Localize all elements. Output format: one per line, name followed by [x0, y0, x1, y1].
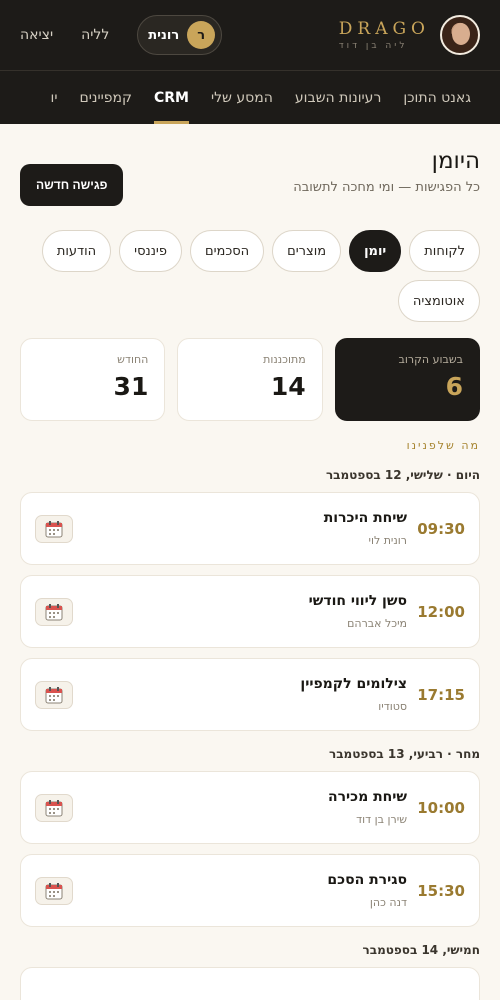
- tab-my-journey[interactable]: המסע שלי: [200, 71, 284, 124]
- user-chip[interactable]: ר רונית: [137, 15, 223, 55]
- event-card[interactable]: 09:30 שיחת היכרות רונית לוי: [20, 492, 480, 565]
- event-subtitle: שירן בן דוד: [356, 813, 407, 826]
- stats-row: בשבוע הקרוב 6 מתוכננות 14 החודש 31: [20, 338, 480, 421]
- stat-label: מתוכננות: [263, 353, 306, 366]
- top-actions: ר רונית לליה יציאה: [20, 15, 223, 55]
- event-subtitle: דנה כהן: [369, 896, 407, 909]
- event-info: שיחת היכרות רונית לוי: [73, 510, 407, 547]
- tab-crm[interactable]: CRM: [143, 71, 200, 124]
- calendar-icon: [45, 603, 63, 620]
- page-title: היומן: [431, 148, 480, 174]
- user-initial: ר: [187, 21, 216, 49]
- day-title: היום · שלישי, 12 בספטמבר: [325, 468, 480, 482]
- section-kicker: מה שלפנינו: [406, 439, 480, 452]
- link-to-lia[interactable]: לליה: [81, 27, 109, 43]
- user-name: רונית: [148, 27, 180, 43]
- chip-finance[interactable]: פיננסי: [119, 230, 182, 272]
- calendar-icon: [45, 799, 63, 816]
- event-card-partial[interactable]: [20, 967, 480, 1000]
- event-info: צילומים לקמפיין סטודיו: [73, 676, 407, 713]
- event-subtitle: רונית לוי: [368, 534, 407, 547]
- chip-clients[interactable]: לקוחות: [409, 230, 480, 272]
- title-block: היומן כל הפגישות — ומי מחכה לתשובה: [293, 148, 480, 195]
- add-to-calendar-button[interactable]: [35, 876, 73, 905]
- tab-campaigns[interactable]: קמפיינים: [68, 71, 142, 124]
- stat-card-month: החודש 31: [20, 338, 166, 421]
- event-info: שיחת מכירה שירן בן דוד: [73, 789, 407, 826]
- stat-label: החודש: [117, 353, 149, 366]
- event-time: 17:15: [417, 685, 465, 704]
- add-to-calendar-button[interactable]: [35, 514, 73, 543]
- calendar-icon: [45, 882, 63, 899]
- event-title: שיחת היכרות: [323, 510, 407, 526]
- event-title: סשן ליווי חודשי: [308, 593, 407, 609]
- filter-chips: לקוחות יומן מוצרים הסכמים פיננסי הודעות …: [20, 230, 480, 322]
- event-card[interactable]: 12:00 סשן ליווי חודשי מיכל אברהם: [20, 575, 480, 648]
- event-card[interactable]: 10:00 שיחת מכירה שירן בן דוד: [20, 771, 480, 844]
- main-nav: גאנט התוכן רעיונות השבוע המסע שלי CRM קמ…: [0, 70, 500, 124]
- avatar: [440, 15, 480, 55]
- stat-value: 6: [445, 372, 463, 401]
- event-info: סגירת הסכם דנה כהן: [73, 872, 407, 909]
- brand[interactable]: DRAGO ליה בן דוד: [339, 15, 480, 55]
- calendar-icon: [45, 520, 63, 537]
- main-content: היומן כל הפגישות — ומי מחכה לתשובה פגישה…: [0, 124, 500, 1000]
- page-header: היומן כל הפגישות — ומי מחכה לתשובה פגישה…: [20, 148, 480, 206]
- new-meeting-button[interactable]: פגישה חדשה: [20, 164, 124, 206]
- calendar-icon: [45, 686, 63, 703]
- brand-subtitle: ליה בן דוד: [338, 41, 408, 51]
- event-title: שיחת מכירה: [327, 789, 407, 805]
- add-to-calendar-button[interactable]: [35, 793, 73, 822]
- event-card[interactable]: 15:30 סגירת הסכם דנה כהן: [20, 854, 480, 927]
- tab-weekly-ideas[interactable]: רעיונות השבוע: [284, 71, 392, 124]
- event-info: סשן ליווי חודשי מיכל אברהם: [73, 593, 407, 630]
- day-title: חמישי, 14 בספטמבר: [362, 943, 480, 957]
- event-title: סגירת הסכם: [327, 872, 407, 888]
- chip-messages[interactable]: הודעות: [41, 230, 112, 272]
- brand-text: DRAGO ליה בן דוד: [339, 19, 430, 51]
- stat-label: בשבוע הקרוב: [398, 353, 463, 366]
- top-bar: DRAGO ליה בן דוד ר רונית לליה יציאה: [0, 0, 500, 70]
- brand-name: DRAGO: [338, 19, 430, 39]
- stat-card-week: בשבוע הקרוב 6: [334, 338, 480, 421]
- event-time: 15:30: [417, 881, 465, 900]
- add-to-calendar-button[interactable]: [35, 680, 73, 709]
- chip-automation[interactable]: אוטומציה: [397, 280, 480, 322]
- chip-products[interactable]: מוצרים: [272, 230, 342, 272]
- stat-card-planned: מתוכננות 14: [177, 338, 323, 421]
- add-to-calendar-button[interactable]: [35, 597, 73, 626]
- logout-link[interactable]: יציאה: [20, 27, 53, 43]
- chip-calendar[interactable]: יומן: [349, 230, 402, 272]
- event-time: 10:00: [417, 798, 465, 817]
- event-title: צילומים לקמפיין: [300, 676, 407, 692]
- event-time: 09:30: [417, 519, 465, 538]
- day-title: מחר · רביעי, 13 בספטמבר: [328, 747, 480, 761]
- page-subtitle: כל הפגישות — ומי מחכה לתשובה: [293, 180, 480, 195]
- tab-content-gantt[interactable]: גאנט התוכן: [392, 71, 482, 124]
- chip-agreements[interactable]: הסכמים: [189, 230, 265, 272]
- stat-value: 14: [270, 372, 306, 401]
- tab-more[interactable]: יו: [40, 71, 69, 124]
- stat-value: 31: [113, 372, 149, 401]
- event-subtitle: סטודיו: [378, 700, 407, 713]
- event-subtitle: מיכל אברהם: [347, 617, 407, 630]
- event-time: 12:00: [417, 602, 465, 621]
- event-card[interactable]: 17:15 צילומים לקמפיין סטודיו: [20, 658, 480, 731]
